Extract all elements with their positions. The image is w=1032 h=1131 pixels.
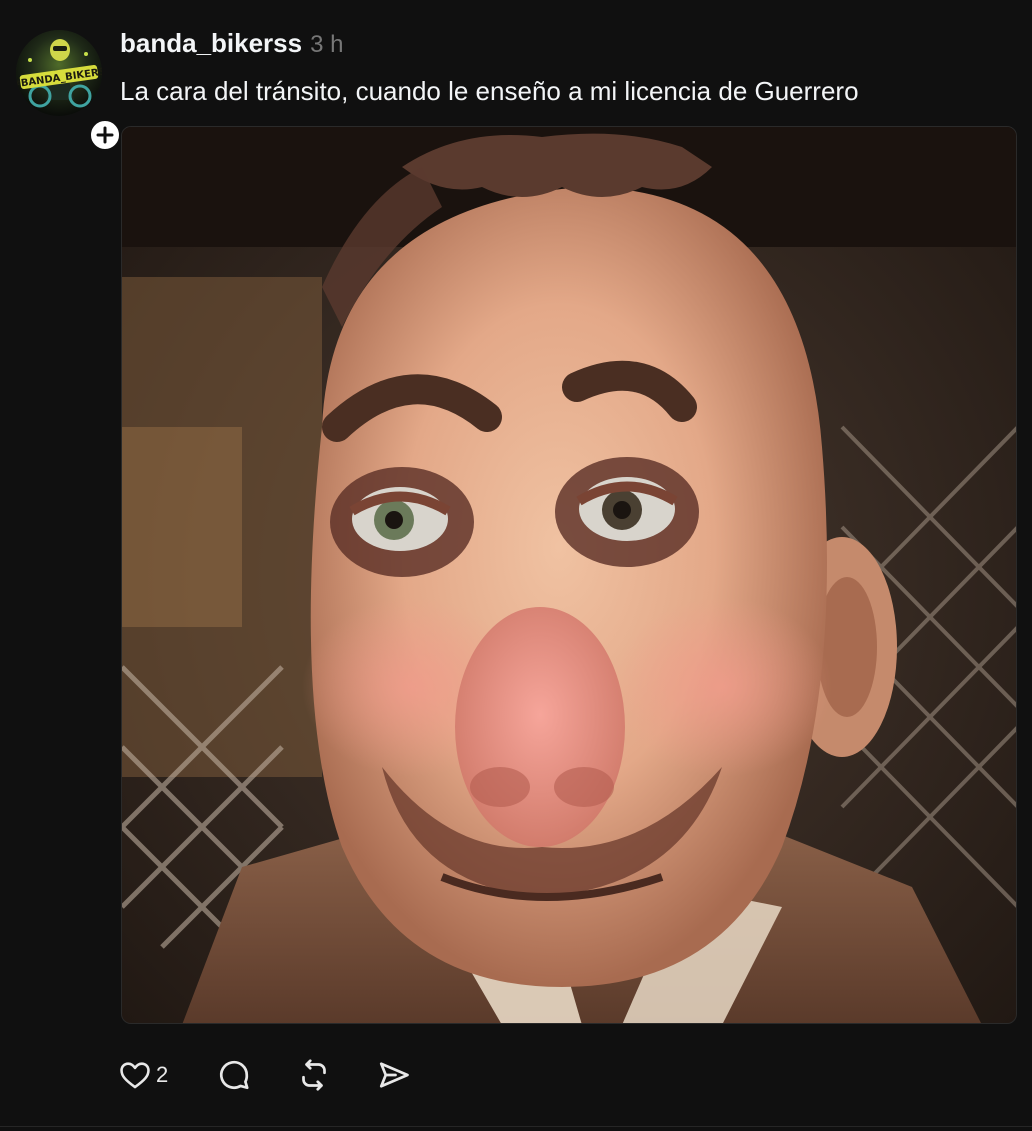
username-link[interactable]: banda_bikerss — [120, 28, 302, 59]
avatar[interactable]: #BANDA_BIKERS — [16, 30, 102, 116]
post-image[interactable] — [121, 126, 1017, 1024]
repost-button[interactable] — [296, 1057, 332, 1093]
like-count: 2 — [156, 1062, 169, 1087]
comment-button[interactable] — [216, 1057, 252, 1093]
meme-image — [122, 127, 1016, 1023]
follow-button[interactable] — [88, 118, 122, 152]
heart-icon — [120, 1062, 150, 1089]
thread-post: #BANDA_BIKERS banda_bikerss 3 h La cara … — [0, 0, 1032, 1131]
post-actions: 2 — [118, 1055, 412, 1095]
avatar-container[interactable]: #BANDA_BIKERS — [16, 30, 122, 152]
post-header: banda_bikerss 3 h — [120, 28, 343, 64]
avatar-logo-icon: #BANDA_BIKERS — [16, 30, 102, 116]
post-timestamp[interactable]: 3 h — [310, 31, 343, 59]
post-divider — [0, 1126, 1032, 1127]
share-button[interactable] — [376, 1057, 412, 1093]
share-icon — [380, 1062, 410, 1088]
repost-icon — [302, 1059, 327, 1091]
post-caption: La cara del tránsito, cuando le enseño a… — [120, 76, 859, 106]
comment-icon — [220, 1060, 249, 1090]
like-button[interactable]: 2 — [118, 1058, 168, 1092]
plus-icon — [96, 126, 114, 144]
